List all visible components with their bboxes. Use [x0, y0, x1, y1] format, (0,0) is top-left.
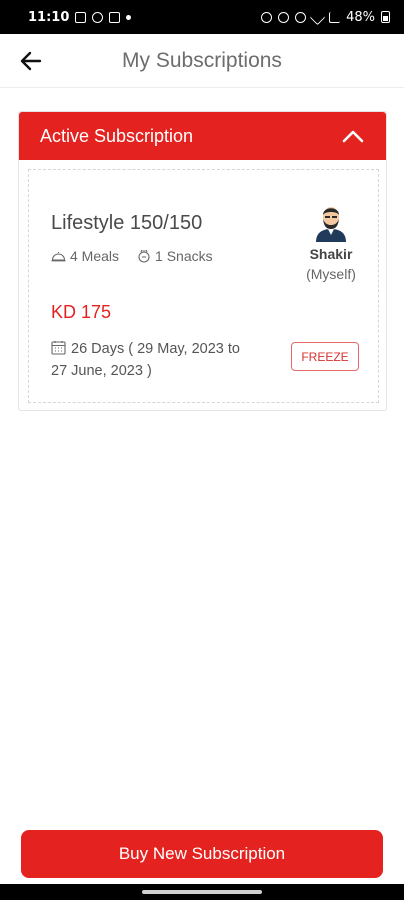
calendar-icon: [51, 341, 66, 355]
meal-cloche-icon: [51, 252, 66, 262]
active-subscription-panel: Active Subscription Lifestyle 150/150 4 …: [18, 111, 387, 411]
hotspot-icon: [295, 11, 307, 23]
subscriber-relation: (Myself): [306, 266, 356, 282]
back-button[interactable]: [16, 46, 46, 76]
panel-title: Active Subscription: [40, 125, 194, 146]
freeze-button[interactable]: FREEZE: [291, 342, 359, 371]
app-header: My Subscriptions: [0, 34, 404, 88]
status-left: 11:10: [28, 9, 132, 25]
plan-price: KD 175: [51, 302, 112, 322]
alarm-icon: [261, 11, 273, 23]
wifi-icon: [309, 9, 326, 25]
battery-icon: [381, 11, 390, 23]
meals-info: 4 Meals: [51, 248, 119, 264]
app-notification-icon: [92, 11, 104, 23]
avatar: [316, 207, 346, 242]
more-notifications-icon: [126, 14, 132, 20]
arrow-left-icon: [20, 51, 42, 71]
status-right: 48%: [261, 9, 390, 25]
meals-count: 4 Meals: [70, 248, 120, 264]
plan-meta: 4 Meals 1 Snacks: [51, 248, 231, 264]
home-gesture-handle[interactable]: [142, 890, 262, 894]
buy-new-subscription-button[interactable]: Buy New Subscription: [21, 830, 383, 878]
gallery-notification-icon: [75, 11, 87, 23]
system-nav-bar: [0, 884, 404, 900]
snacks-info: 1 Snacks: [137, 248, 213, 264]
subscriber: Shakir (Myself): [291, 202, 371, 282]
subscription-card: Lifestyle 150/150 4 Meals 1 Snacks KD 17…: [28, 169, 379, 403]
battery-percent: 48%: [346, 9, 375, 25]
data-saver-icon: [278, 11, 290, 23]
page-title: My Subscriptions: [122, 48, 282, 72]
plan-duration: 26 Days ( 29 May, 2023 to 27 June, 2023 …: [51, 338, 271, 382]
snacks-count: 1 Snacks: [155, 248, 213, 264]
snack-icon: [138, 249, 150, 263]
duration-line-2: 27 June, 2023 ): [51, 363, 152, 379]
sync-notification-icon: [109, 11, 121, 23]
plan-name: Lifestyle 150/150: [51, 212, 203, 234]
subscriber-name: Shakir: [309, 246, 353, 262]
chevron-up-icon[interactable]: [342, 129, 364, 143]
status-bar: 11:10 48%: [0, 0, 404, 34]
status-time: 11:10: [28, 9, 70, 25]
signal-icon: [329, 11, 341, 23]
duration-line-1: 26 Days ( 29 May, 2023 to: [71, 341, 240, 357]
active-subscription-header[interactable]: Active Subscription: [19, 112, 386, 160]
